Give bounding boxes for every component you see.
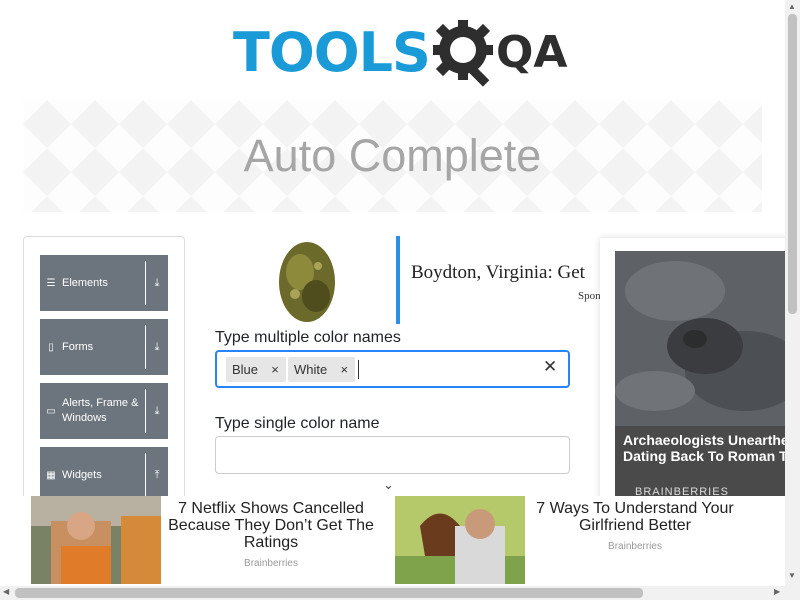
bottom-ad[interactable]: 7 Netflix Shows Cancelled Because They D… [0,496,785,586]
logo-qa-text: QA [495,26,568,78]
single-color-input[interactable] [215,436,570,474]
clear-icon[interactable]: ✕ [543,357,557,377]
page: TOOLS QA Auto Complete ☰ Elements ⤓ ▯ Fo… [0,0,800,600]
scroll-down-icon[interactable]: ▼ [788,571,796,580]
chevron-down-icon: ⌄ [383,477,394,492]
sidebar-item-alerts[interactable]: ▭ Alerts, Frame & Windows ⤓ [40,383,168,439]
form-icon: ▯ [48,341,54,353]
sidebar-item-elements[interactable]: ☰ Elements ⤓ [40,255,168,311]
ad-image [615,251,800,426]
ad-headline[interactable]: Boydton, Virginia: Get [411,262,600,284]
single-color-label: Type single color name [215,415,380,432]
expand-icon[interactable]: ⤓ [145,325,168,369]
remove-chip-icon[interactable]: × [264,362,286,377]
ad-headline: 7 Ways To Understand Your Girlfriend Bet… [536,500,734,534]
ad-accent-bar [396,236,400,324]
ad-headline: 7 Netflix Shows Cancelled Because They D… [168,500,374,551]
window-icon: ▭ [46,405,56,417]
horizontal-scroll-thumb[interactable] [15,588,643,598]
multi-color-input[interactable]: Blue × White × ✕ [215,350,570,388]
sidebar-item-label: Elements [62,276,108,289]
ad-sponsor: Spon [578,290,600,302]
sidebar: ☰ Elements ⤓ ▯ Forms ⤓ ▭ Alerts, Frame &… [23,236,185,536]
expand-icon[interactable]: ⤓ [145,389,168,433]
ad-source: Brainberries [244,558,298,569]
logo-text: TOOLS [233,20,431,84]
list-icon: ☰ [46,277,56,289]
page-title: Auto Complete [243,130,542,181]
sidebar-item-label: Alerts, Frame & Windows [62,397,139,424]
grid-icon: ▦ [46,469,56,481]
page-banner: Auto Complete [23,100,762,212]
scroll-right-icon[interactable]: ▶ [774,587,780,596]
scroll-left-icon[interactable]: ◀ [3,587,9,596]
sidebar-item-widgets[interactable]: ▦ Widgets ⤒ [40,447,168,503]
expand-icon[interactable]: ⤓ [145,261,168,305]
sidebar-item-label: Widgets [62,468,102,481]
chip-blue: Blue × [226,357,287,382]
chip-label: Blue [232,362,259,377]
sidebar-item-forms[interactable]: ▯ Forms ⤓ [40,319,168,375]
chip-label: White [294,362,328,377]
ad-image [31,496,161,584]
horizontal-scrollbar[interactable]: ◀ ▶ [0,586,800,600]
scroll-up-icon[interactable]: ▲ [788,2,796,11]
multi-color-label: Type multiple color names [215,329,401,346]
toolsqa-logo[interactable]: TOOLS QA [233,15,567,90]
gear-icon [432,19,493,87]
vertical-scrollbar[interactable]: ▲ ▼ [785,0,800,586]
text-caret [358,360,359,379]
vertical-scroll-thumb[interactable] [788,14,797,314]
ad-source: Brainberries [608,541,662,552]
sidebar-item-label: Forms [62,340,94,353]
right-ad[interactable]: Archaeologists Unearthed Dating Back To … [600,238,800,528]
ad-image[interactable] [270,236,345,324]
chip-white: White × [288,357,356,382]
collapse-icon[interactable]: ⤒ [145,453,168,497]
ad-image [395,496,525,584]
remove-chip-icon[interactable]: × [333,362,355,377]
ad-headline: Archaeologists Unearthed Dating Back To … [623,432,798,464]
